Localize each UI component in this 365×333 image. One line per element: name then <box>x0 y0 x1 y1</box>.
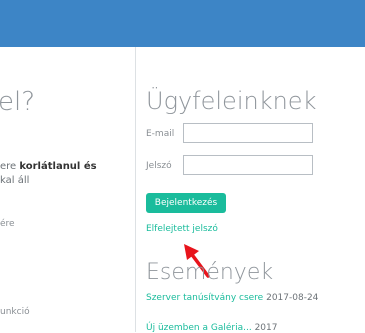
left-info-line4: unkció <box>0 307 30 317</box>
left-info-prefix: ere <box>0 161 20 172</box>
forgot-password-link[interactable]: Elfelejtett jelszó <box>146 224 218 234</box>
login-button[interactable]: Bejelentkezés <box>146 193 226 213</box>
event-date: 2017-08-24 <box>266 293 319 303</box>
login-heading: Ügyfeleinknek <box>146 87 317 115</box>
email-field[interactable] <box>183 123 313 143</box>
email-label: E-mail <box>146 129 175 139</box>
customer-login-panel: Ügyfeleinknek E-mail Jelszó Bejelentkezé… <box>146 47 365 333</box>
column-divider <box>135 47 136 332</box>
left-info-bold: korlátlanul és <box>19 161 97 172</box>
event-link[interactable]: Szerver tanúsítvány csere <box>146 293 263 303</box>
top-navigation-bar <box>0 0 365 47</box>
events-heading: Események <box>146 260 274 285</box>
left-heading: el? <box>0 87 36 117</box>
event-item: Szerver tanúsítvány csere 2017-08-24 <box>146 293 318 303</box>
password-label: Jelszó <box>146 161 172 171</box>
left-info-line2: kal áll <box>0 175 30 186</box>
left-info-line3: ére <box>0 219 15 229</box>
password-field[interactable] <box>183 155 313 175</box>
left-info-column: el? ere korlátlanul és kal áll ére unkci… <box>0 47 135 332</box>
left-info-text: ere korlátlanul és kal áll <box>0 160 97 188</box>
